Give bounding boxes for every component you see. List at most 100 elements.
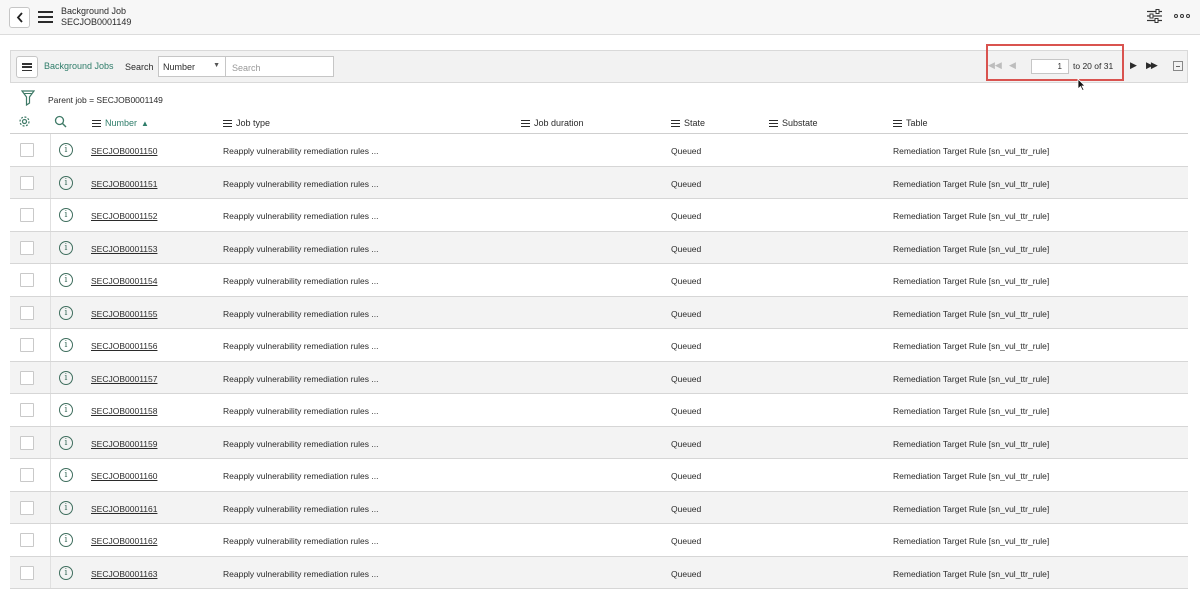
table-row[interactable]: i SECJOB0001153 Reapply vulnerability reme… — [10, 232, 1188, 265]
row-table: Remediation Target Rule [sn_vul_ttr_rule… — [893, 569, 1049, 579]
column-header-state[interactable]: State — [671, 118, 705, 128]
more-options-icon[interactable] — [1174, 14, 1190, 18]
table-row[interactable]: iSECJOB0001159Reapply vulnerability reme… — [10, 427, 1188, 460]
column-header-number[interactable]: Number ▲ — [92, 118, 149, 128]
info-icon[interactable]: i — [59, 533, 73, 547]
row-checkbox[interactable] — [20, 371, 34, 385]
row-number-link[interactable]: SECJOB0001158 — [91, 406, 157, 416]
next-page-icon[interactable]: ▶ — [1130, 60, 1137, 71]
back-button[interactable] — [9, 7, 30, 28]
previous-page-icon[interactable]: ◀ — [1009, 60, 1016, 71]
list-title[interactable]: Background Jobs — [44, 61, 114, 71]
row-number-link[interactable]: SECJOB0001163 — [91, 569, 157, 579]
table-row[interactable]: iSECJOB0001152Reapply vulnerability reme… — [10, 199, 1188, 232]
search-icon[interactable] — [54, 115, 67, 128]
info-icon[interactable]: i — [59, 468, 73, 482]
info-icon[interactable]: i — [59, 176, 73, 190]
row-checkbox[interactable] — [20, 208, 34, 222]
info-icon[interactable]: i — [59, 371, 73, 385]
table-row[interactable]: i SECJOB0001150 Reapply vulnerability reme… — [10, 134, 1188, 167]
table-row[interactable]: iSECJOB0001156Reapply vulnerability reme… — [10, 329, 1188, 362]
row-state: Queued — [671, 146, 701, 156]
row-checkbox[interactable] — [20, 403, 34, 417]
row-checkbox[interactable] — [20, 533, 34, 547]
list-menu-icon — [22, 63, 32, 71]
info-icon[interactable]: i — [59, 241, 73, 255]
row-number-link[interactable]: SECJOB0001157 — [91, 374, 157, 384]
row-number-link[interactable]: SECJOB0001152 — [91, 211, 157, 221]
hamburger-menu-icon[interactable] — [38, 11, 53, 23]
record-type-title: Background Job — [61, 6, 131, 17]
row-divider — [50, 492, 51, 524]
collapse-icon[interactable] — [1173, 61, 1183, 71]
row-checkbox[interactable] — [20, 143, 34, 157]
row-checkbox[interactable] — [20, 306, 34, 320]
info-icon[interactable]: i — [59, 403, 73, 417]
row-number-link[interactable]: SECJOB0001151 — [91, 179, 157, 189]
row-number-link[interactable]: SECJOB0001161 — [91, 504, 157, 514]
row-job-type: Reapply vulnerability remediation rules … — [223, 471, 378, 481]
row-number-link[interactable]: SECJOB0001156 — [91, 341, 157, 351]
search-field-select[interactable]: Number ▼ — [158, 56, 226, 77]
column-menu-icon[interactable] — [769, 120, 778, 127]
row-number-link[interactable]: SECJOB0001153 — [91, 244, 157, 254]
row-table: Remediation Target Rule [sn_vul_ttr_rule… — [893, 244, 1049, 254]
last-page-icon[interactable]: ▶▶ — [1146, 60, 1156, 71]
column-header-substate[interactable]: Substate — [769, 118, 818, 128]
table-row[interactable]: iSECJOB0001161Reapply vulnerability reme… — [10, 492, 1188, 525]
info-icon[interactable]: i — [59, 501, 73, 515]
row-checkbox[interactable] — [20, 501, 34, 515]
search-input[interactable]: Search — [226, 56, 334, 77]
row-number-link[interactable]: SECJOB0001154 — [91, 276, 157, 286]
column-header-job-duration[interactable]: Job duration — [521, 118, 584, 128]
sliders-icon[interactable] — [1147, 9, 1162, 23]
row-checkbox[interactable] — [20, 241, 34, 255]
row-number-link[interactable]: SECJOB0001155 — [91, 309, 157, 319]
row-table: Remediation Target Rule [sn_vul_ttr_rule… — [893, 309, 1049, 319]
info-icon[interactable]: i — [59, 273, 73, 287]
row-number-link[interactable]: SECJOB0001159 — [91, 439, 157, 449]
row-number-link[interactable]: SECJOB0001150 — [91, 146, 157, 156]
page-number-input[interactable]: 1 — [1031, 59, 1069, 74]
row-job-type: Reapply vulnerability remediation rules … — [223, 244, 378, 254]
column-menu-icon[interactable] — [671, 120, 680, 127]
column-header-table[interactable]: Table — [893, 118, 928, 128]
table-row[interactable]: iSECJOB0001154Reapply vulnerability reme… — [10, 264, 1188, 297]
first-page-icon[interactable]: ◀◀ — [988, 60, 1002, 71]
column-menu-icon[interactable] — [893, 120, 902, 127]
info-icon[interactable]: i — [59, 208, 73, 222]
row-checkbox[interactable] — [20, 338, 34, 352]
info-icon[interactable]: i — [59, 566, 73, 580]
row-checkbox[interactable] — [20, 176, 34, 190]
breadcrumb[interactable]: Parent job = SECJOB0001149 — [48, 95, 163, 105]
row-number-link[interactable]: SECJOB0001162 — [91, 536, 157, 546]
row-table: Remediation Target Rule [sn_vul_ttr_rule… — [893, 536, 1049, 546]
filter-icon[interactable] — [21, 90, 35, 106]
row-job-type: Reapply vulnerability remediation rules … — [223, 146, 378, 156]
row-state: Queued — [671, 536, 701, 546]
info-icon[interactable]: i — [59, 436, 73, 450]
row-checkbox[interactable] — [20, 468, 34, 482]
table-row[interactable]: iSECJOB0001157Reapply vulnerability reme… — [10, 362, 1188, 395]
list-context-menu-button[interactable] — [16, 56, 38, 78]
table-row[interactable]: iSECJOB0001158Reapply vulnerability reme… — [10, 394, 1188, 427]
row-divider — [50, 264, 51, 296]
info-icon[interactable]: i — [59, 306, 73, 320]
row-checkbox[interactable] — [20, 436, 34, 450]
table-row[interactable]: iSECJOB0001151Reapply vulnerability reme… — [10, 167, 1188, 200]
column-menu-icon[interactable] — [92, 120, 101, 127]
table-row[interactable]: iSECJOB0001155Reapply vulnerability reme… — [10, 297, 1188, 330]
info-icon[interactable]: i — [59, 143, 73, 157]
table-row[interactable]: i SECJOB0001160 Reapply vulnerability reme… — [10, 459, 1188, 492]
column-menu-icon[interactable] — [521, 120, 530, 127]
row-checkbox[interactable] — [20, 566, 34, 580]
column-menu-icon[interactable] — [223, 120, 232, 127]
column-header-job-type[interactable]: Job type — [223, 118, 270, 128]
info-icon[interactable]: i — [59, 338, 73, 352]
table-row[interactable]: iSECJOB0001162Reapply vulnerability reme… — [10, 524, 1188, 557]
row-number-link[interactable]: SECJOB0001160 — [91, 471, 157, 481]
row-state: Queued — [671, 374, 701, 384]
row-checkbox[interactable] — [20, 273, 34, 287]
gear-icon[interactable] — [18, 115, 31, 128]
table-row[interactable]: iSECJOB0001163Reapply vulnerability reme… — [10, 557, 1188, 589]
